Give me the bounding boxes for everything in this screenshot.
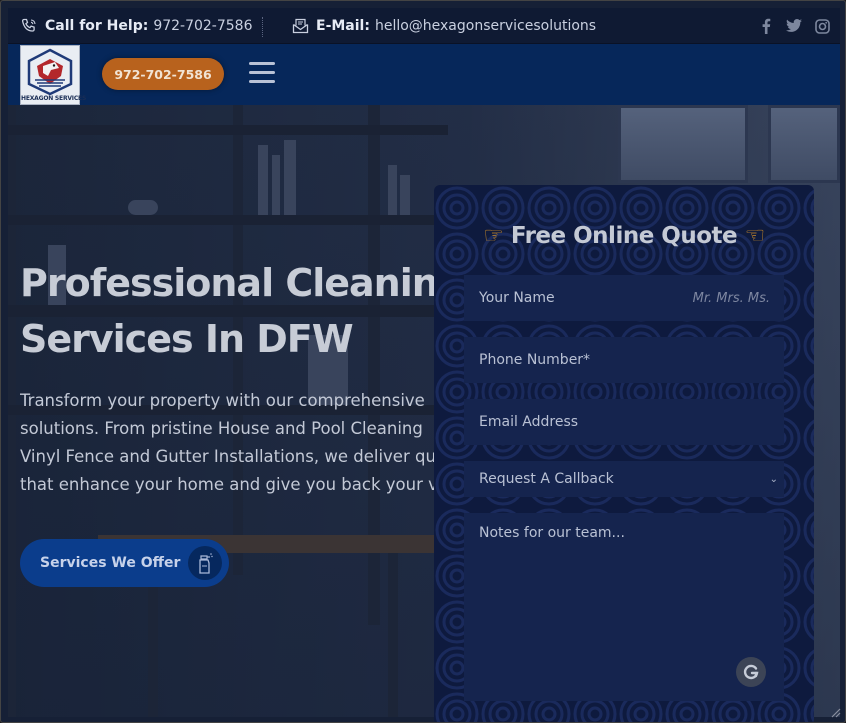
hero-title-line-1: Professional Cleanin — [20, 261, 439, 305]
twitter-icon[interactable] — [786, 18, 802, 34]
spray-bottle-icon — [188, 546, 222, 580]
cta-label: Services We Offer — [40, 555, 181, 571]
call-for-help[interactable]: Call for Help: 972-702-7586 — [20, 8, 253, 44]
phone-icon — [20, 17, 38, 35]
call-label: Call for Help: — [45, 18, 149, 34]
services-we-offer-button[interactable]: Services We Offer — [20, 539, 229, 587]
name-label: Your Name — [479, 290, 555, 306]
site-logo[interactable]: HEXAGON SERVICES — [20, 45, 87, 105]
top-info-bar: Call for Help: 972-702-7586 E-Mail: hell… — [8, 8, 840, 44]
chevron-down-icon: ⌄ — [769, 473, 778, 485]
phone-number-field[interactable]: Phone Number* — [464, 337, 784, 383]
quote-form-panel: ☞ Free Online Quote ☜ Your Name Mr. Mrs.… — [434, 185, 814, 722]
select-value: Request A Callback — [479, 471, 614, 487]
email-placeholder: Email Address — [479, 414, 579, 430]
topbar-divider — [262, 17, 263, 37]
instagram-icon[interactable] — [814, 18, 830, 34]
email-label: E-Mail: — [316, 18, 370, 34]
hero-description: Transform your property with our compreh… — [20, 387, 440, 499]
quote-title: ☞ Free Online Quote ☜ — [434, 223, 814, 249]
quote-title-text: Free Online Quote — [510, 223, 738, 249]
email-value[interactable]: hello@hexagonservicesolutions — [375, 18, 596, 34]
resize-handle-icon[interactable] — [829, 706, 841, 718]
browser-frame: Call for Help: 972-702-7586 E-Mail: hell… — [0, 0, 846, 723]
hero-desc-line: Transform your property with our compreh… — [20, 391, 425, 410]
hero-title-line-2: Services In DFW — [20, 317, 354, 361]
hero-title: Professional Cleanin Services In DFW — [20, 255, 450, 367]
pointing-hand-right-icon: ☞ — [483, 223, 504, 249]
social-links — [758, 8, 830, 44]
hero-desc-line: that enhance your home and give you back… — [20, 475, 438, 494]
hero-desc-line: solutions. From pristine House and Pool … — [20, 419, 423, 438]
notes-placeholder: Notes for our team... — [479, 525, 625, 541]
phone-call-button[interactable]: 972-702-7586 — [102, 58, 224, 90]
name-hint: Mr. Mrs. Ms. — [692, 290, 770, 306]
phone-placeholder: Phone Number* — [479, 352, 591, 368]
email-address-field[interactable]: Email Address — [464, 399, 784, 445]
facebook-icon[interactable] — [758, 18, 774, 34]
call-number[interactable]: 972-702-7586 — [153, 18, 252, 34]
email-contact[interactable]: E-Mail: hello@hexagonservicesolutions — [291, 8, 596, 44]
pointing-hand-left-icon: ☜ — [744, 223, 766, 249]
notes-textarea[interactable]: Notes for our team... — [464, 513, 784, 701]
hamburger-icon[interactable] — [249, 62, 275, 84]
logo-text: HEXAGON SERVICES — [21, 95, 87, 102]
email-icon — [291, 17, 309, 35]
grammarly-icon[interactable] — [736, 657, 766, 687]
main-navbar: HEXAGON SERVICES 972-702-7586 — [8, 44, 840, 105]
name-field[interactable]: Your Name Mr. Mrs. Ms. — [464, 275, 784, 321]
callback-select[interactable]: Request A Callback ⌄ — [464, 461, 784, 497]
hero-desc-line: Vinyl Fence and Gutter Installations, we… — [20, 447, 436, 466]
